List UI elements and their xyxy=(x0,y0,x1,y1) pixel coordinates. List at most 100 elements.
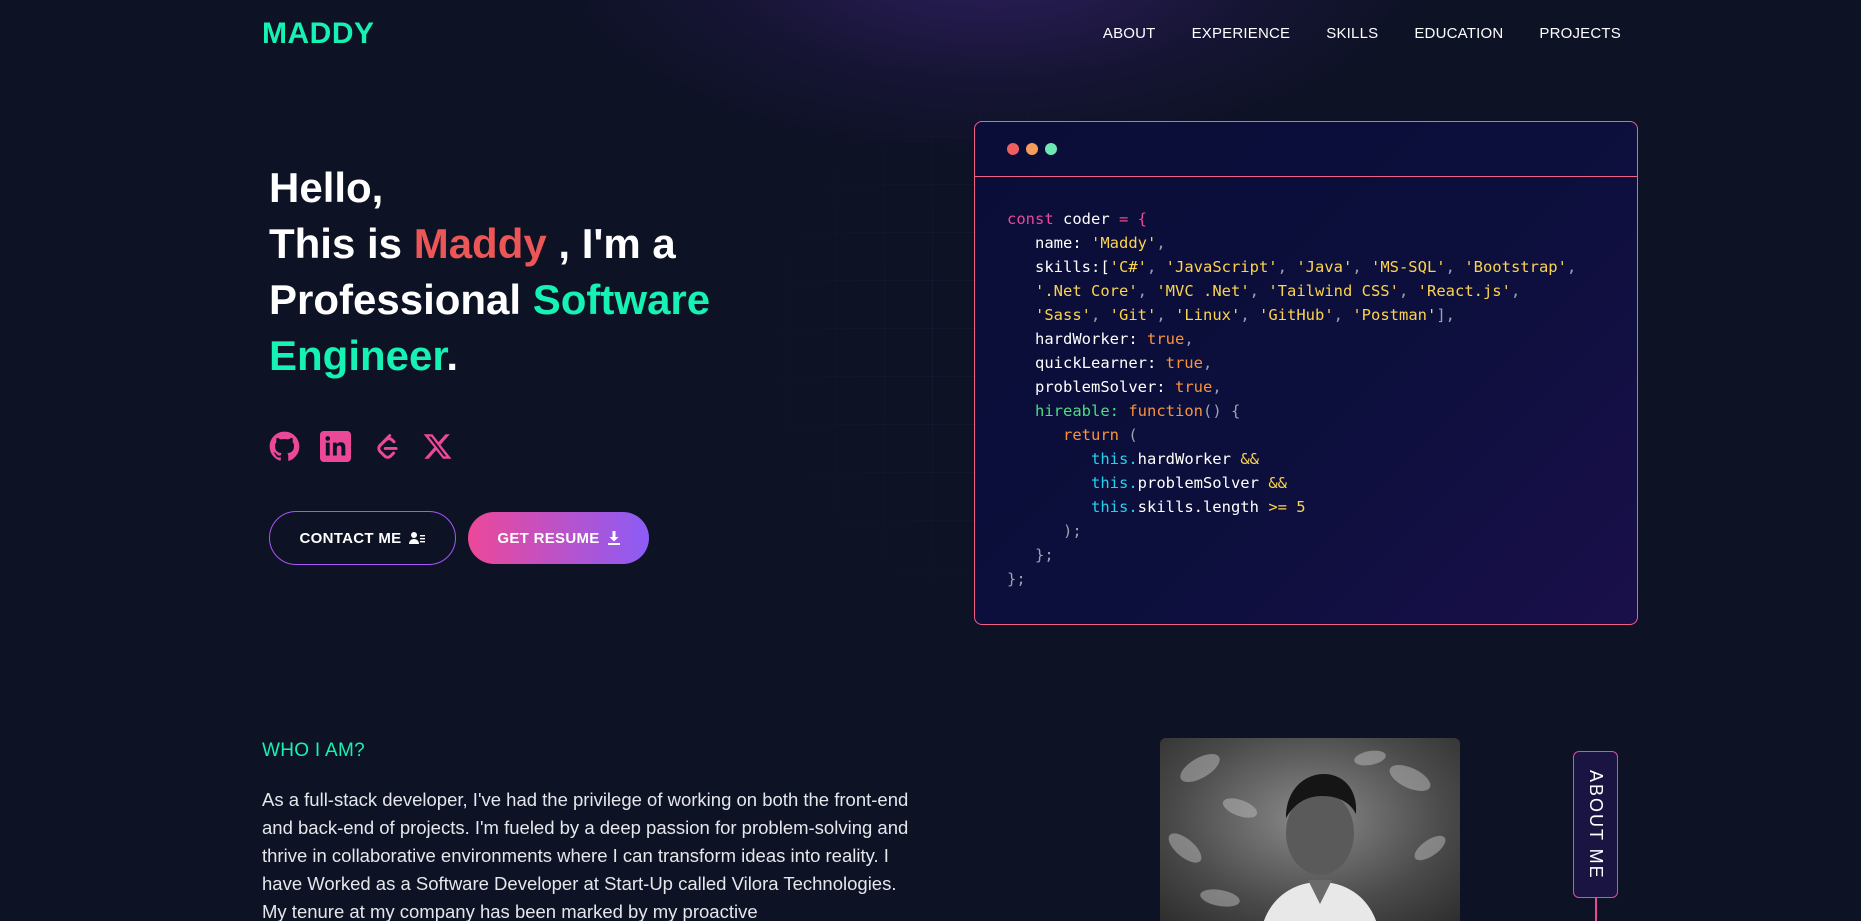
profile-photo xyxy=(1160,738,1460,921)
code-token: = { xyxy=(1119,210,1147,228)
hero-buttons: CONTACT ME GET RESUME xyxy=(269,511,649,565)
code-token: , xyxy=(1277,258,1297,276)
code-token: , xyxy=(1510,282,1521,300)
code-token: ( xyxy=(1128,426,1138,444)
site-logo[interactable]: MADDY xyxy=(262,17,375,51)
code-token: , xyxy=(1146,258,1166,276)
window-dot-red xyxy=(1007,143,1019,155)
about-me-tab[interactable]: ABOUT ME xyxy=(1573,751,1618,898)
code-line: this.skills.length >= 5 xyxy=(1007,495,1605,519)
leetcode-icon[interactable] xyxy=(371,431,402,462)
code-token: 'Linux' xyxy=(1175,306,1241,324)
code-token: , xyxy=(1202,354,1213,372)
top-navbar: MADDY ABOUT EXPERIENCE SKILLS EDUCATION … xyxy=(0,0,1861,70)
code-token: , xyxy=(1445,258,1465,276)
code-window: const coder = { name: 'Maddy', skills:['… xyxy=(974,121,1638,625)
window-dot-orange xyxy=(1026,143,1038,155)
code-line: hireable: function() { xyxy=(1007,399,1605,423)
code-token: , xyxy=(1184,330,1194,348)
github-icon[interactable] xyxy=(269,431,300,462)
code-token: () { xyxy=(1202,402,1241,420)
hero-intro-prefix: This is xyxy=(269,220,414,267)
hero-period: . xyxy=(446,332,459,379)
code-token: , xyxy=(1156,234,1166,252)
code-token: , xyxy=(1212,378,1222,396)
code-token: , xyxy=(1398,282,1418,300)
code-line: const coder = { xyxy=(1007,207,1605,231)
x-twitter-icon[interactable] xyxy=(422,431,453,462)
code-line: skills:['C#', 'JavaScript', 'Java', 'MS-… xyxy=(1007,255,1605,279)
social-links xyxy=(269,431,453,462)
code-token: const xyxy=(1007,210,1063,228)
code-token: this. xyxy=(1007,498,1138,516)
code-body: const coder = { name: 'Maddy', skills:['… xyxy=(975,177,1637,621)
code-token: 'JavaScript' xyxy=(1165,258,1278,276)
user-list-icon xyxy=(409,532,426,544)
code-token: return xyxy=(1007,426,1129,444)
code-token: skills.length xyxy=(1137,498,1269,516)
code-token: 'Java' xyxy=(1296,258,1353,276)
code-token: , xyxy=(1566,258,1577,276)
contact-me-button[interactable]: CONTACT ME xyxy=(269,511,456,565)
code-token: true xyxy=(1174,378,1213,396)
code-token: 'Sass' xyxy=(1035,306,1091,324)
code-token: 'C#' xyxy=(1109,258,1147,276)
hero-greeting: Hello, xyxy=(269,164,384,211)
code-line: return ( xyxy=(1007,423,1605,447)
code-token: >= 5 xyxy=(1268,498,1306,516)
code-token: , xyxy=(1352,258,1371,276)
nav-links: ABOUT EXPERIENCE SKILLS EDUCATION PROJEC… xyxy=(1103,25,1621,42)
code-line: '.Net Core', 'MVC .Net', 'Tailwind CSS',… xyxy=(1007,279,1605,303)
nav-link-education[interactable]: EDUCATION xyxy=(1414,25,1503,42)
get-resume-button[interactable]: GET RESUME xyxy=(468,512,649,564)
code-line: }; xyxy=(1007,543,1605,567)
code-token: }; xyxy=(1007,570,1026,588)
code-token: 'Postman' xyxy=(1352,306,1437,324)
code-token: && xyxy=(1268,474,1287,492)
code-token: hireable: xyxy=(1007,402,1129,420)
hero-name: Maddy xyxy=(413,220,547,267)
contact-me-label: CONTACT ME xyxy=(299,529,402,547)
code-token: 'GitHub' xyxy=(1259,306,1334,324)
code-token: function xyxy=(1128,402,1203,420)
code-token: 'Maddy' xyxy=(1091,234,1157,252)
code-token: && xyxy=(1240,450,1259,468)
code-token: skills:[ xyxy=(1007,258,1110,276)
code-token: , xyxy=(1156,306,1176,324)
nav-link-skills[interactable]: SKILLS xyxy=(1326,25,1378,42)
code-token: '.Net Core' xyxy=(1035,282,1138,300)
code-token: , xyxy=(1091,306,1110,324)
about-me-tab-label: ABOUT ME xyxy=(1586,769,1606,880)
get-resume-label: GET RESUME xyxy=(497,529,600,547)
linkedin-icon[interactable] xyxy=(320,431,351,462)
code-token: coder xyxy=(1063,210,1119,228)
code-token: this. xyxy=(1007,450,1138,468)
code-token: hardWorker xyxy=(1137,450,1241,468)
code-token: , xyxy=(1333,306,1353,324)
nav-link-about[interactable]: ABOUT xyxy=(1103,25,1156,42)
code-token: ], xyxy=(1436,306,1456,324)
code-line: }; xyxy=(1007,567,1605,591)
code-line: this.problemSolver && xyxy=(1007,471,1605,495)
code-token: 'Git' xyxy=(1109,306,1157,324)
nav-link-experience[interactable]: EXPERIENCE xyxy=(1192,25,1291,42)
who-i-am-title: WHO I AM? xyxy=(262,740,365,761)
nav-link-projects[interactable]: PROJECTS xyxy=(1539,25,1621,42)
code-token: 'MS-SQL' xyxy=(1370,258,1446,276)
code-token: true xyxy=(1146,330,1185,348)
code-token: 'React.js' xyxy=(1417,282,1511,300)
code-line: problemSolver: true, xyxy=(1007,375,1605,399)
code-token: quickLearner: xyxy=(1007,354,1166,372)
code-token: 'MVC .Net' xyxy=(1156,282,1250,300)
profile-photo-image xyxy=(1160,738,1460,921)
code-token: , xyxy=(1240,306,1260,324)
hero-intro-suffix: , I'm a xyxy=(546,220,676,267)
code-token: ); xyxy=(1007,522,1082,540)
code-token: name: xyxy=(1007,234,1091,252)
code-window-header xyxy=(975,122,1637,177)
code-line: hardWorker: true, xyxy=(1007,327,1605,351)
code-token: problemSolver xyxy=(1137,474,1269,492)
window-dot-green xyxy=(1045,143,1057,155)
hero-heading: Hello, This is Maddy , I'm a Professiona… xyxy=(269,160,789,384)
